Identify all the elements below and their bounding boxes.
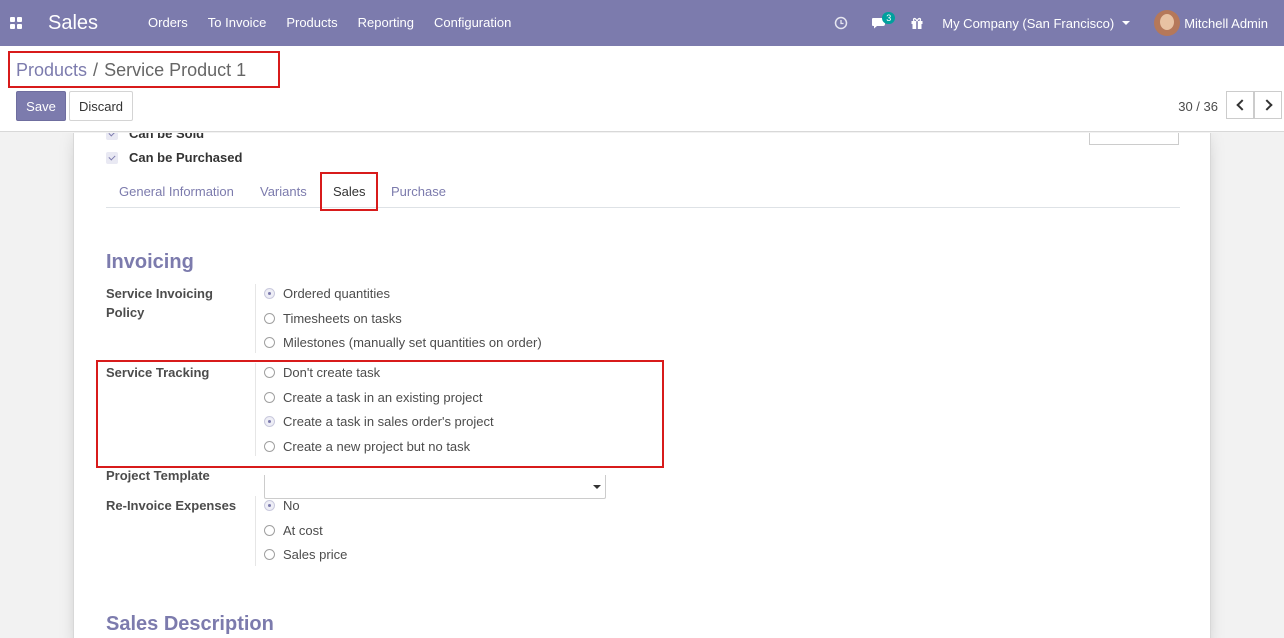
radio-label: Create a task in an existing project — [283, 390, 483, 405]
radio-button[interactable] — [264, 288, 275, 299]
field-divider — [255, 363, 256, 456]
control-panel: Products / Service Product 1 Save Discar… — [0, 46, 1284, 132]
menu-configuration[interactable]: Configuration — [424, 0, 521, 46]
tracking-option-new-project[interactable]: Create a new project but no task — [264, 439, 470, 454]
can-be-purchased-checkbox[interactable] — [106, 151, 118, 164]
company-name: My Company (San Francisco) — [942, 15, 1115, 31]
app-name[interactable]: Sales — [48, 12, 98, 35]
can-be-sold-label: Can be Sold — [129, 133, 205, 141]
radio-label: Sales price — [283, 547, 348, 562]
tab-general-information[interactable]: General Information — [119, 176, 234, 208]
sales-description-section-title: Sales Description — [106, 613, 274, 635]
menu-orders[interactable]: Orders — [138, 0, 198, 46]
notebook-tabs: General Information Variants Sales Purch… — [106, 176, 1180, 208]
user-menu[interactable]: Mitchell Admin — [1154, 10, 1268, 36]
chat-icon[interactable]: 3 — [860, 0, 898, 46]
project-template-select[interactable] — [264, 475, 606, 499]
radio-label: Create a new project but no task — [283, 439, 471, 454]
pager-previous-button[interactable] — [1226, 91, 1254, 119]
radio-label: At cost — [283, 523, 323, 538]
radio-label: Create a task in sales order's project — [283, 414, 494, 429]
policy-option-ordered[interactable]: Ordered quantities — [264, 286, 390, 301]
tab-variants[interactable]: Variants — [260, 176, 307, 208]
chevron-down-icon — [593, 485, 601, 489]
tracking-option-existing-project[interactable]: Create a task in an existing project — [264, 390, 482, 405]
pager-next-button[interactable] — [1254, 91, 1282, 119]
breadcrumb: Products / Service Product 1 — [16, 60, 246, 81]
radio-label: No — [283, 498, 300, 513]
radio-label: Ordered quantities — [283, 286, 390, 301]
field-divider — [255, 496, 256, 566]
apps-menu-icon[interactable] — [0, 0, 32, 46]
tab-purchase[interactable]: Purchase — [391, 176, 446, 208]
radio-button[interactable] — [264, 525, 275, 536]
invoicing-section-title: Invoicing — [106, 251, 194, 273]
chevron-left-icon — [1235, 99, 1248, 111]
service-invoicing-policy-label: Service Invoicing Policy — [106, 284, 213, 322]
chevron-down-icon — [1122, 21, 1131, 25]
label-line1: Service Invoicing — [106, 286, 213, 301]
radio-button[interactable] — [264, 313, 275, 324]
user-name: Mitchell Admin — [1184, 15, 1268, 31]
label-line2: Policy — [106, 305, 145, 320]
policy-option-milestones[interactable]: Milestones (manually set quantities on o… — [264, 335, 542, 350]
tracking-option-so-project[interactable]: Create a task in sales order's project — [264, 414, 494, 429]
breadcrumb-current: Service Product 1 — [104, 60, 247, 80]
reinvoice-expenses-label: Re-Invoice Expenses — [106, 498, 237, 513]
radio-label: Milestones (manually set quantities on o… — [283, 335, 542, 350]
discard-button[interactable]: Discard — [69, 91, 133, 121]
chat-count-badge: 3 — [882, 12, 896, 24]
radio-label: Timesheets on tasks — [283, 311, 402, 326]
breadcrumb-separator: / — [93, 60, 99, 80]
tab-sales[interactable]: Sales — [333, 176, 366, 208]
top-navbar: Sales Orders To Invoice Products Reporti… — [0, 0, 1284, 46]
policy-option-timesheets[interactable]: Timesheets on tasks — [264, 311, 402, 326]
reinvoice-option-sales-price[interactable]: Sales price — [264, 547, 347, 562]
menu-reporting[interactable]: Reporting — [348, 0, 424, 46]
tracking-option-no-task[interactable]: Don't create task — [264, 365, 380, 380]
radio-button[interactable] — [264, 337, 275, 348]
radio-button[interactable] — [264, 500, 275, 511]
radio-button[interactable] — [264, 416, 275, 427]
avatar — [1154, 10, 1181, 36]
field-divider — [255, 284, 256, 353]
save-button[interactable]: Save — [16, 91, 66, 121]
company-switcher[interactable]: My Company (San Francisco) — [942, 15, 1131, 31]
can-be-purchased-row[interactable]: Can be Purchased — [106, 150, 242, 165]
can-be-sold-checkbox[interactable] — [106, 133, 118, 140]
reinvoice-option-at-cost[interactable]: At cost — [264, 523, 323, 538]
radio-button[interactable] — [264, 367, 275, 378]
chevron-right-icon — [1260, 99, 1273, 111]
can-be-sold-row[interactable]: Can be Sold — [106, 133, 204, 141]
project-template-label: Project Template — [106, 468, 210, 483]
pager-value: 30 / 36 — [1178, 99, 1218, 114]
menu-to-invoice[interactable]: To Invoice — [198, 0, 277, 46]
smart-button-edge — [1089, 133, 1179, 145]
radio-label: Don't create task — [283, 365, 381, 380]
service-tracking-label: Service Tracking — [106, 365, 210, 380]
form-sheet: Can be Sold Can be Purchased General Inf… — [73, 133, 1211, 638]
can-be-purchased-label: Can be Purchased — [129, 150, 243, 165]
radio-button[interactable] — [264, 392, 275, 403]
radio-button[interactable] — [264, 549, 275, 560]
breadcrumb-products[interactable]: Products — [16, 60, 87, 81]
gift-icon[interactable] — [898, 0, 936, 46]
menu-products[interactable]: Products — [276, 0, 347, 46]
reinvoice-option-no[interactable]: No — [264, 498, 300, 513]
radio-button[interactable] — [264, 441, 275, 452]
form-content: Can be Sold Can be Purchased General Inf… — [0, 133, 1284, 638]
activity-clock-icon[interactable] — [822, 0, 860, 46]
